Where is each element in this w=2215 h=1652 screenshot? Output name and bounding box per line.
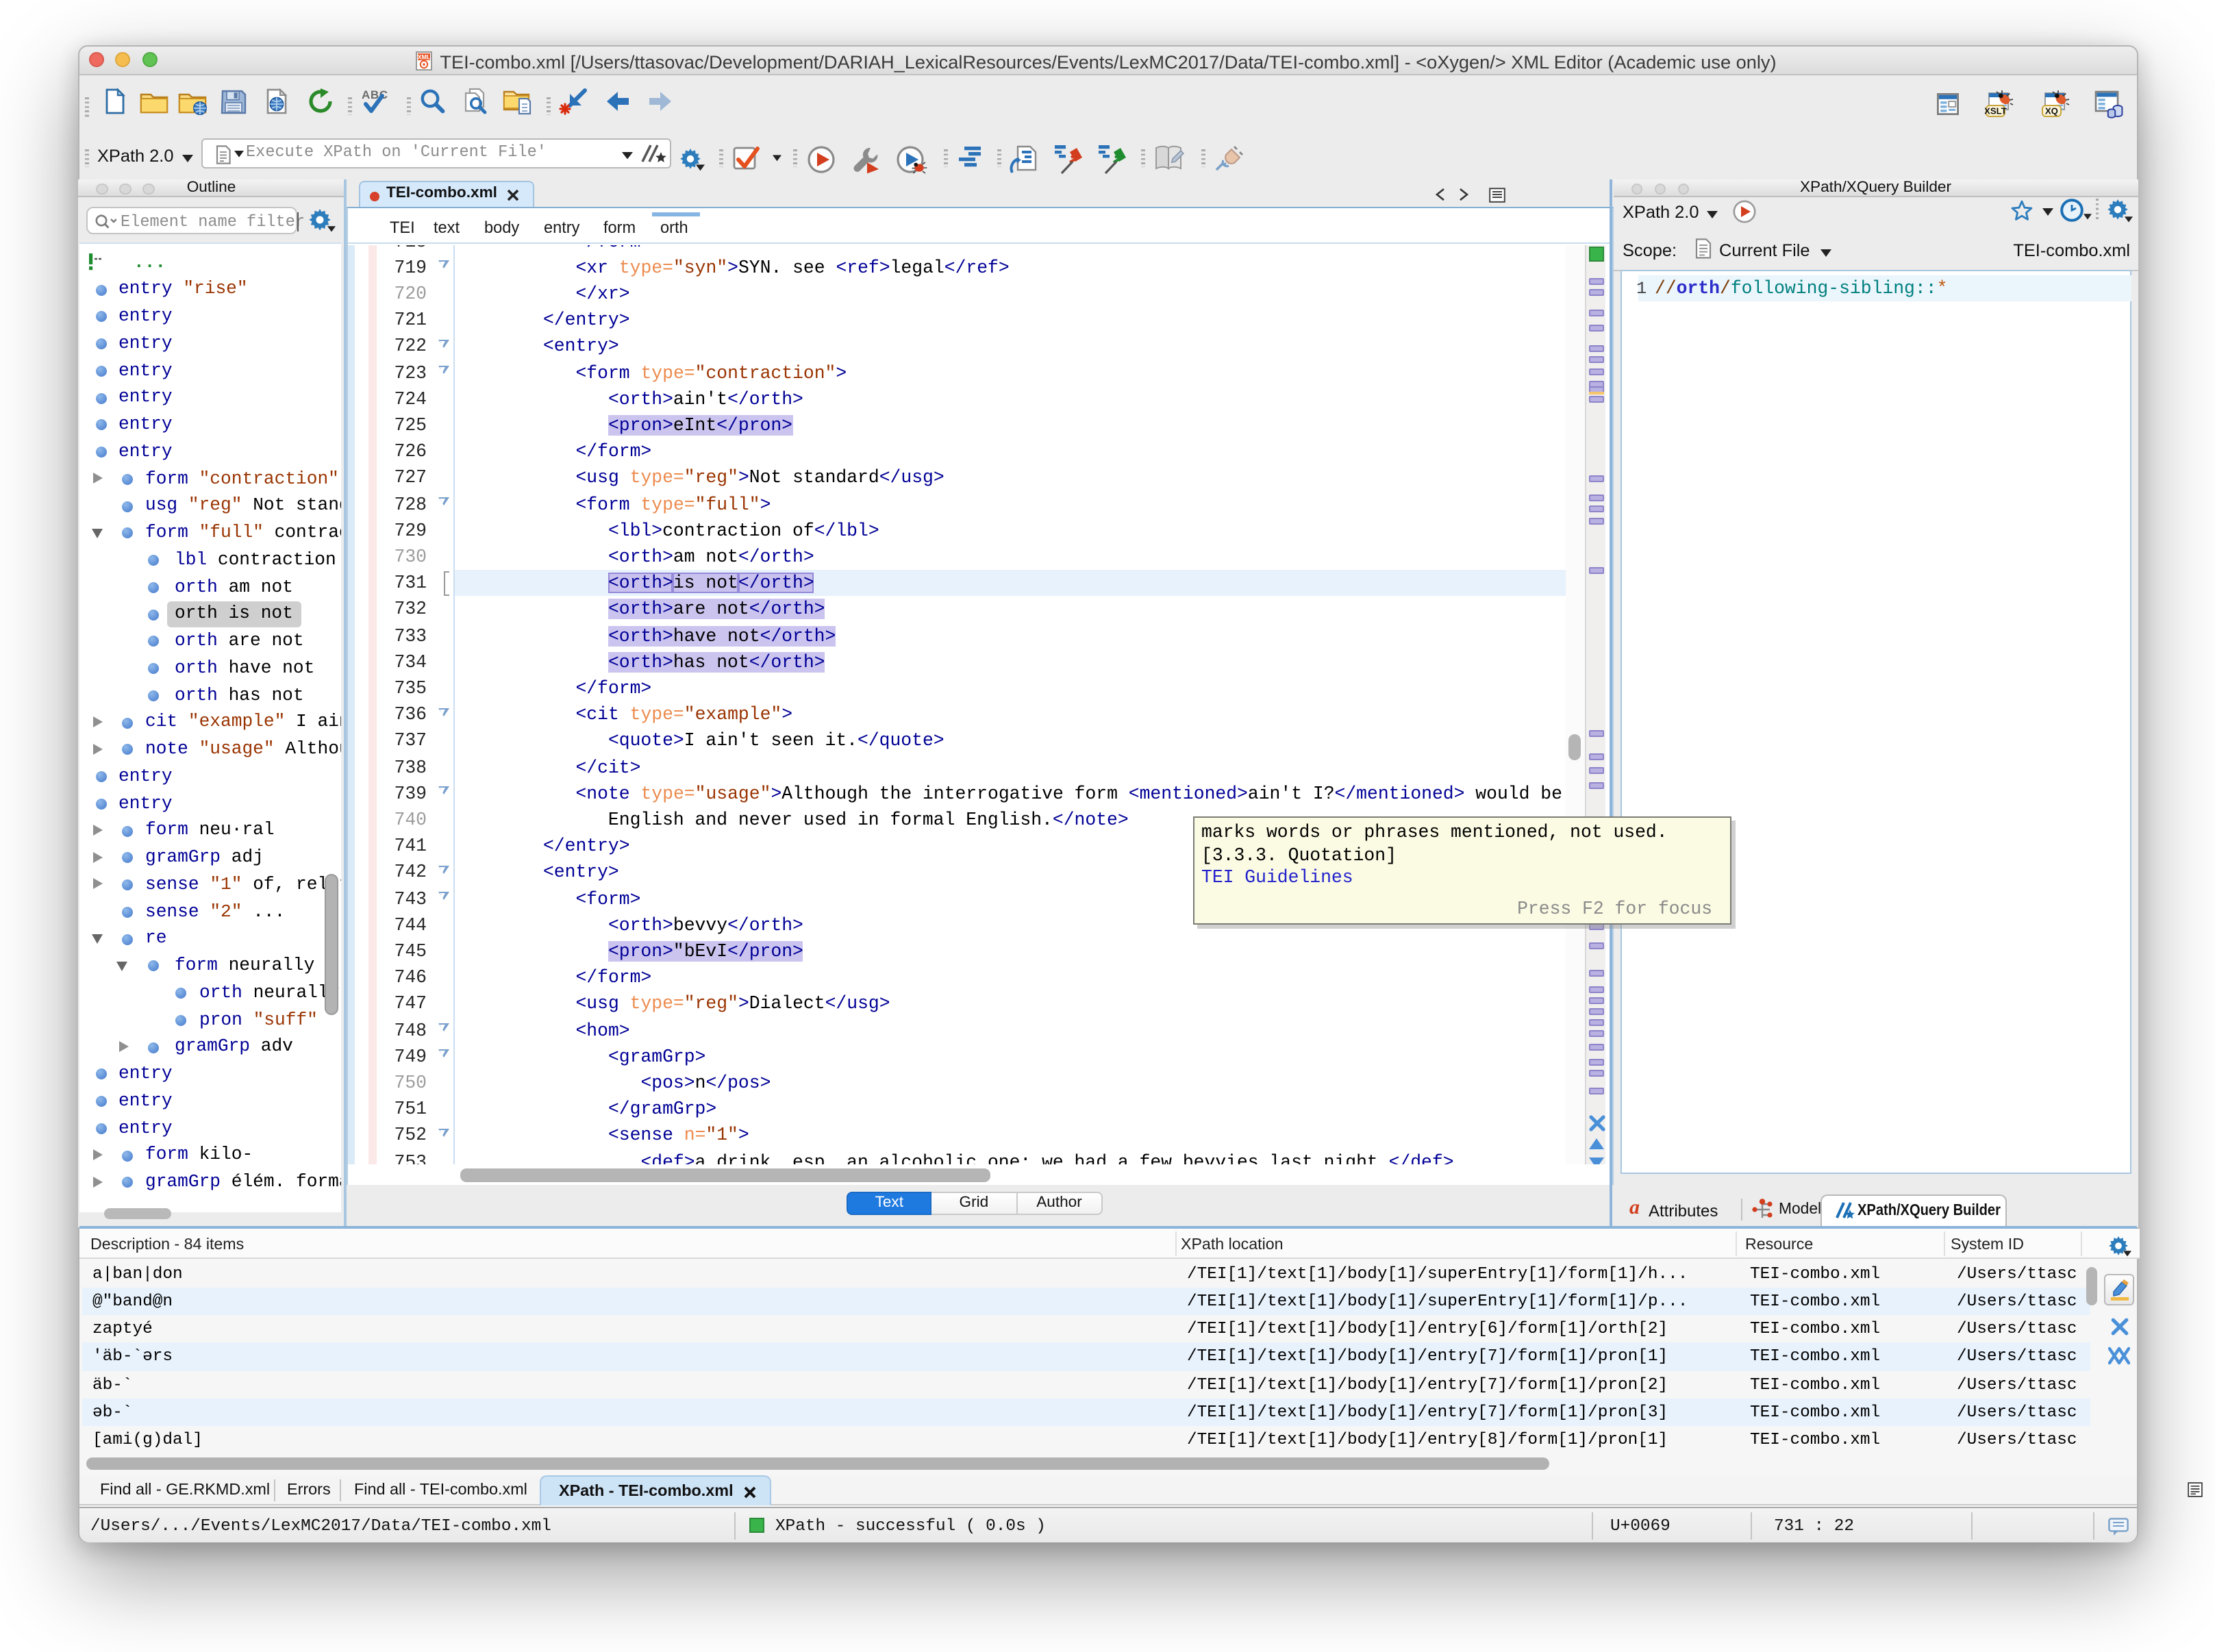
- svg-text:ABC: ABC: [362, 88, 388, 101]
- svg-text:XSLT: XSLT: [1984, 106, 2006, 116]
- svg-text:XQ: XQ: [2044, 106, 2057, 116]
